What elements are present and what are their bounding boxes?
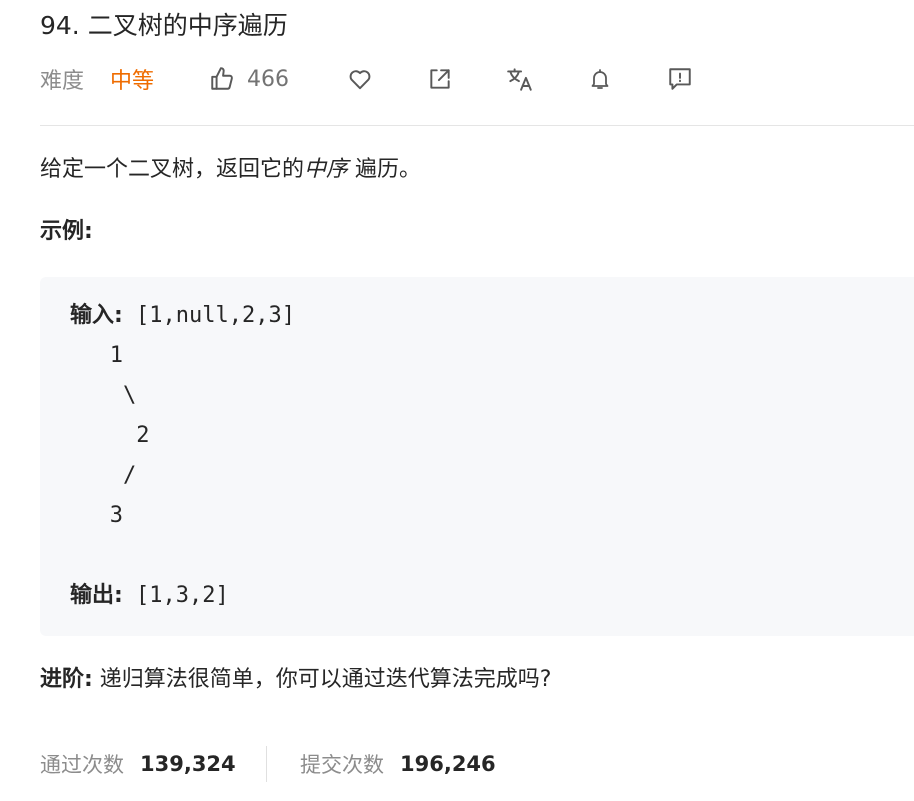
follow-up-label: 进阶:: [40, 667, 93, 692]
accepted-stat: 通过次数 139,324: [40, 746, 236, 782]
example-code-block: 输入: [1,null,2,3] 1 \ 2 / 3 输出: [1,3,2]: [40, 277, 914, 636]
tree-line: /: [70, 463, 137, 488]
input-line: 输入: [1,null,2,3]: [70, 296, 295, 336]
stats-divider: [266, 746, 267, 782]
share-icon: [427, 66, 453, 92]
difficulty-value: 中等: [110, 69, 155, 94]
input-label: 输入:: [70, 303, 123, 328]
tree-line: 1: [70, 343, 123, 368]
submissions-stat: 提交次数 196,246: [300, 746, 496, 782]
tree-line: 3: [70, 503, 123, 528]
favorite-button[interactable]: [345, 60, 375, 98]
problem-title: 94. 二叉树的中序遍历: [40, 11, 288, 40]
submissions-label: 提交次数: [300, 753, 384, 777]
heart-icon: [347, 66, 373, 92]
tree-line: 2: [70, 423, 150, 448]
tree-line: \: [70, 383, 137, 408]
accepted-label: 通过次数: [40, 753, 124, 777]
output-line: 输出: [1,3,2]: [70, 576, 229, 616]
share-button[interactable]: [425, 60, 455, 98]
like-button[interactable]: 466: [209, 60, 289, 98]
problem-description: 给定一个二叉树，返回它的中序 遍历。: [40, 152, 421, 188]
thumbs-up-icon: [209, 66, 235, 92]
description-emphasis: 中序: [304, 157, 349, 182]
accepted-count: 139,324: [140, 752, 236, 776]
follow-up-text: 递归算法很简单，你可以通过迭代算法完成吗?: [92, 667, 552, 692]
description-text-end: 遍历。: [348, 157, 422, 182]
like-count: 466: [247, 66, 289, 92]
feedback-icon: [667, 66, 693, 92]
submissions-count: 196,246: [400, 752, 496, 776]
notify-button[interactable]: [585, 60, 615, 98]
difficulty-label: 难度: [40, 69, 85, 94]
header-divider: [40, 125, 914, 126]
example-heading: 示例:: [40, 219, 93, 244]
output-label: 输出:: [70, 583, 123, 608]
output-value: [1,3,2]: [122, 583, 229, 608]
follow-up-note: 进阶: 递归算法很简单，你可以通过迭代算法完成吗?: [40, 662, 551, 698]
bell-icon: [588, 66, 612, 92]
problem-meta-toolbar: 难度 中等 466: [40, 60, 914, 98]
feedback-button[interactable]: [665, 60, 695, 98]
translate-button[interactable]: [505, 60, 535, 98]
description-text: 给定一个二叉树，返回它的: [40, 157, 305, 182]
submission-stats: 通过次数 139,324 提交次数 196,246: [40, 746, 914, 782]
translate-icon: [506, 66, 534, 92]
input-value: [1,null,2,3]: [122, 303, 295, 328]
